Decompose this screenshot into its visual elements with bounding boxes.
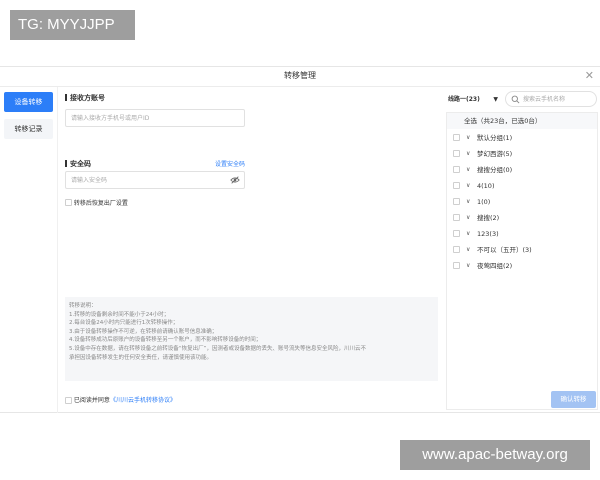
watermark-bottom: www.apac-betway.org <box>400 440 590 470</box>
group-label: 搜搜分组(0) <box>477 166 513 174</box>
device-group-tree: 全选（共23台，已选0台） ∨ 默认分组(1) ∨ 梦幻西游(5) ∨ 搜搜分组… <box>446 112 598 410</box>
sidebar: 设备转移 转移记录 <box>0 87 58 413</box>
restore-factory-option[interactable]: 转移后恢复出厂设置 <box>65 198 128 207</box>
device-search-input[interactable] <box>523 93 593 105</box>
receiver-input[interactable] <box>65 109 245 127</box>
chevron-down-icon[interactable]: ∨ <box>466 226 470 242</box>
eye-hidden-icon[interactable] <box>230 175 240 185</box>
group-label: 1(0) <box>477 198 491 206</box>
group-label: 4(10) <box>477 182 495 190</box>
tab-device-transfer[interactable]: 设备转移 <box>4 92 53 112</box>
group-checkbox[interactable] <box>453 134 460 141</box>
chevron-down-icon[interactable]: ∨ <box>466 242 470 258</box>
confirm-transfer-button[interactable]: 确认转移 <box>551 391 596 408</box>
agreement-option[interactable]: 已阅读并同意《川川云手机转移协议》 <box>65 395 176 404</box>
restore-factory-checkbox[interactable] <box>65 199 72 206</box>
chevron-down-icon[interactable]: ∨ <box>466 130 470 146</box>
notes-line: 转移说明： <box>69 303 97 309</box>
group-row[interactable]: ∨ 1(0) <box>447 194 597 210</box>
transfer-dialog: 转移管理 ✕ 设备转移 转移记录 接收方账号 安全码 设置安全码 转移后恢复出厂… <box>0 66 600 413</box>
line-select-value: 线路一(23) <box>448 96 480 103</box>
chevron-down-icon[interactable]: ∨ <box>466 146 470 162</box>
search-icon <box>511 95 520 104</box>
notes-line: 2.每台设备24小时内只能进行1次转移操作； <box>69 320 179 327</box>
device-search[interactable] <box>505 91 597 107</box>
notes-line: 4.设备转移成功后原账户的设备转移至另一个账户，而不影响转移设备的时间； <box>69 337 262 344</box>
group-row[interactable]: ∨ 4(10) <box>447 178 597 194</box>
agreement-checkbox[interactable] <box>65 397 72 404</box>
group-checkbox[interactable] <box>453 230 460 237</box>
group-checkbox[interactable] <box>453 198 460 205</box>
dialog-title: 转移管理 <box>284 71 316 80</box>
group-label: 默认分组(1) <box>477 134 513 142</box>
security-code-input[interactable] <box>65 171 245 189</box>
select-all-row[interactable]: 全选（共23台，已选0台） <box>447 113 597 129</box>
group-row[interactable]: ∨ 梦幻西游(5) <box>447 146 597 162</box>
chevron-down-icon[interactable]: ∨ <box>466 258 470 274</box>
notes-line: 5.设备中存在数据，请在转移设备之前转设备“恢复出厂”，因测者或设备数据的丢失、… <box>69 345 366 352</box>
group-row[interactable]: ∨ 123(3) <box>447 226 597 242</box>
group-checkbox[interactable] <box>453 166 460 173</box>
group-label: 夜莺四组(2) <box>477 262 513 270</box>
security-code-label: 安全码 <box>65 159 91 169</box>
group-checkbox[interactable] <box>453 214 460 221</box>
receiver-label: 接收方账号 <box>65 93 105 103</box>
chevron-down-icon[interactable]: ∨ <box>466 162 470 178</box>
group-label: 梦幻西游(5) <box>477 150 513 158</box>
group-row[interactable]: ∨ 搜搜(2) <box>447 210 597 226</box>
chevron-down-icon[interactable]: ∨ <box>466 194 470 210</box>
group-row[interactable]: ∨ 搜搜分组(0) <box>447 162 597 178</box>
tab-transfer-records[interactable]: 转移记录 <box>4 119 53 139</box>
chevron-down-icon: ▼ <box>493 96 498 103</box>
dialog-titlebar: 转移管理 ✕ <box>0 67 600 87</box>
group-checkbox[interactable] <box>453 246 460 253</box>
group-label: 123(3) <box>477 230 499 238</box>
device-panel: 线路一(23) ▼ 全选（共23台，已选0台） ∨ 默认分组(1) ∨ 梦幻西游… <box>443 87 600 413</box>
group-row[interactable]: ∨ 默认分组(1) <box>447 130 597 146</box>
agreement-link[interactable]: 《川川云手机转移协议》 <box>110 397 176 404</box>
transfer-notes: 转移说明： 1.转移的设备剩余时间不能小于24小时； 2.每台设备24小时内只能… <box>65 297 438 381</box>
group-row[interactable]: ∨ 不可以（五开）(3) <box>447 242 597 258</box>
set-security-code-link[interactable]: 设置安全码 <box>215 159 245 168</box>
chevron-down-icon[interactable]: ∨ <box>466 210 470 226</box>
line-select[interactable]: 线路一(23) ▼ <box>446 93 500 107</box>
notes-line: 承担因设备转移发生的任何安全责任，请谨慎使用该功能。 <box>69 354 213 361</box>
group-label: 不可以（五开）(3) <box>477 246 532 254</box>
chevron-down-icon[interactable]: ∨ <box>466 178 470 194</box>
close-icon[interactable]: ✕ <box>585 69 594 83</box>
notes-line: 3.由于设备转移操作不可逆，在转移前请确认账号信息准确； <box>69 328 218 335</box>
group-checkbox[interactable] <box>453 262 460 269</box>
group-row[interactable]: ∨ 夜莺四组(2) <box>447 258 597 274</box>
group-checkbox[interactable] <box>453 182 460 189</box>
notes-line: 1.转移的设备剩余时间不能小于24小时； <box>69 311 170 318</box>
watermark-top: TG: MYYJJPP <box>10 10 135 40</box>
restore-factory-label: 转移后恢复出厂设置 <box>73 200 128 207</box>
group-label: 搜搜(2) <box>477 214 500 222</box>
agreement-text: 已阅读并同意 <box>73 397 110 404</box>
group-checkbox[interactable] <box>453 150 460 157</box>
transfer-form: 接收方账号 安全码 设置安全码 转移后恢复出厂设置 转移说明： 1.转移的设备剩… <box>58 87 440 413</box>
